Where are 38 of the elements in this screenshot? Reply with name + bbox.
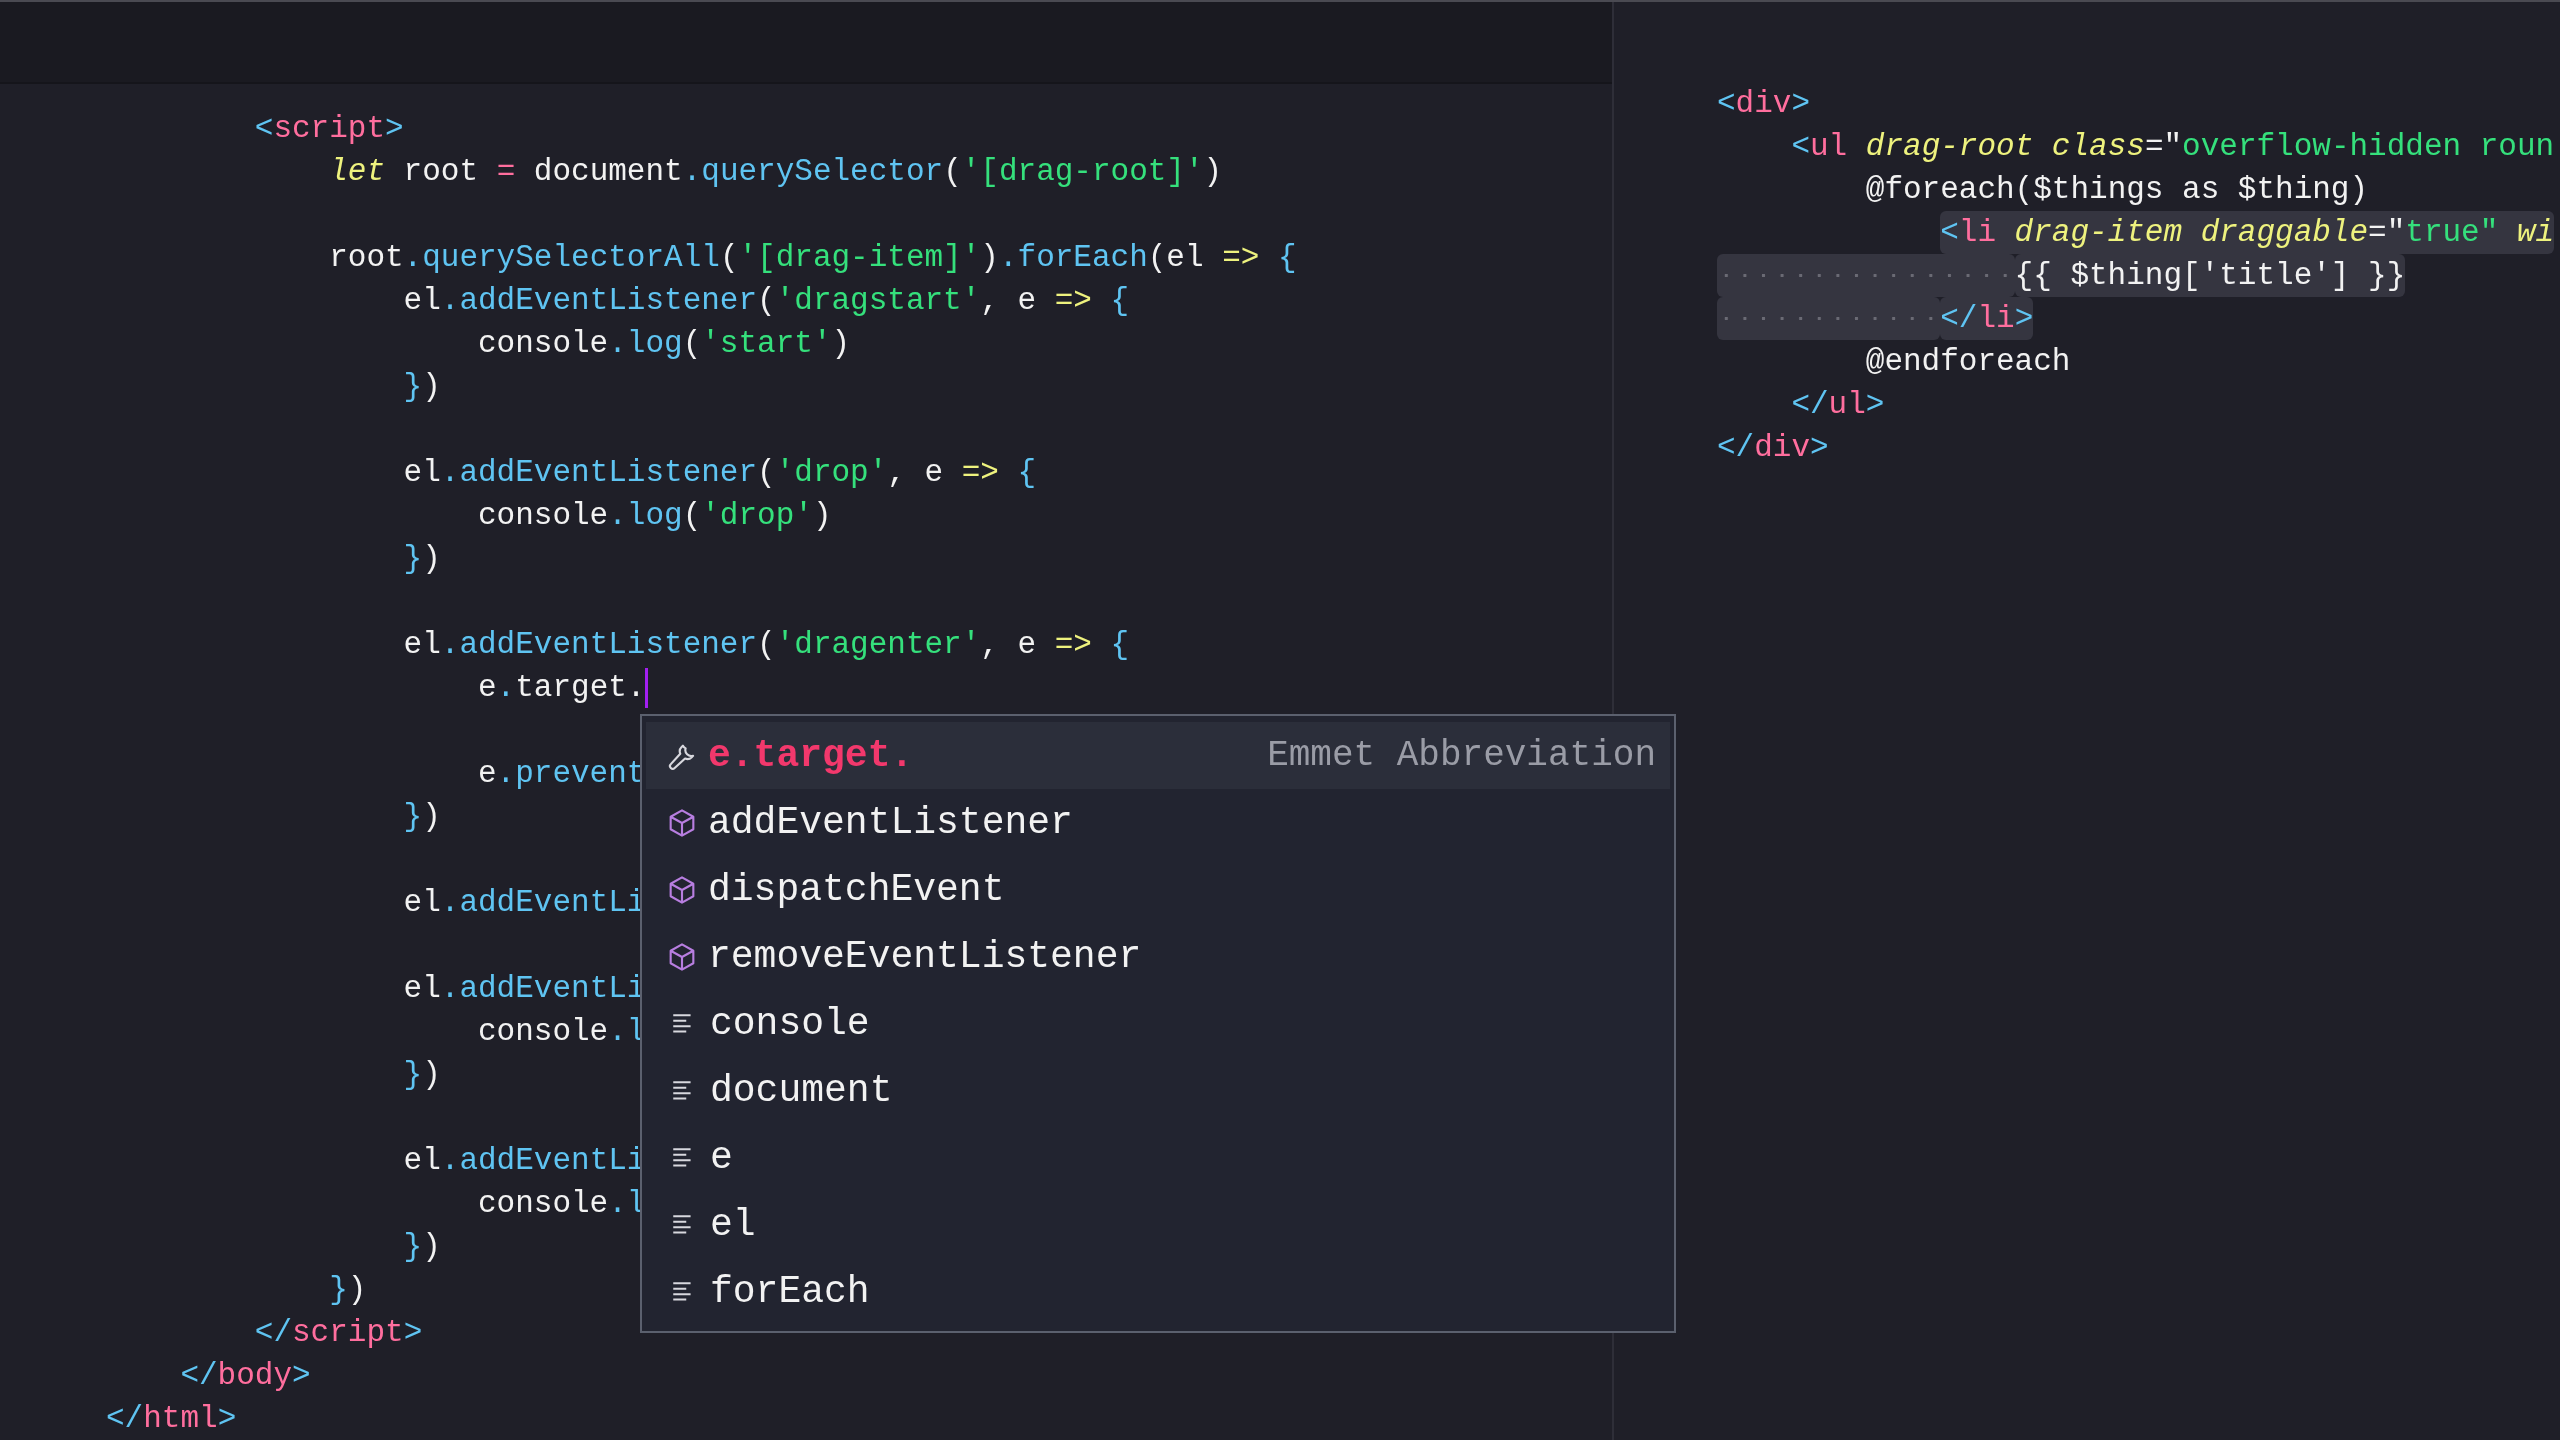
- code-line: }): [403, 798, 441, 836]
- suggestion-detail: Emmet Abbreviation: [1267, 735, 1656, 776]
- suggestion-item[interactable]: el: [646, 1191, 1670, 1258]
- code-line: <script>: [254, 110, 404, 148]
- code-line: e.prevent: [478, 755, 646, 793]
- code-line: </body>: [180, 1357, 311, 1395]
- code-line: </ul>: [1791, 386, 1885, 424]
- code-line: el.addEventListener('dragstart', e => {: [403, 282, 1130, 320]
- code-line: el.addEventLi: [403, 970, 646, 1008]
- code-line: }): [329, 1271, 367, 1309]
- suggestion-item[interactable]: document: [646, 1057, 1670, 1124]
- code-line: }): [403, 368, 441, 406]
- code-line: root.querySelectorAll('[drag-item]').forEach(el => {: [329, 239, 1297, 277]
- suggestion-item[interactable]: dispatchEvent: [646, 856, 1670, 923]
- code-line: </script>: [254, 1314, 423, 1352]
- suggestion-item[interactable]: addEventListener: [646, 789, 1670, 856]
- code-line: el.addEventListener('dragenter', e => {: [403, 626, 1130, 664]
- code-line: el.addEventListener('drop', e => {: [403, 454, 1037, 492]
- code-line: @foreach($things as $thing): [1865, 171, 2369, 209]
- suggestion-item[interactable]: e: [646, 1124, 1670, 1191]
- code-line: el.addEventLi: [403, 1142, 646, 1180]
- suggestion-item[interactable]: console: [646, 990, 1670, 1057]
- code-line: e.target.: [478, 669, 646, 707]
- code-line: let root = document.querySelector('[drag-root]'): [329, 153, 1223, 191]
- suggestion-item[interactable]: e.target. Emmet Abbreviation: [646, 722, 1670, 789]
- code-line: @endforeach: [1865, 343, 2071, 381]
- code-line: }): [403, 540, 441, 578]
- suggestion-item[interactable]: removeEventListener: [646, 923, 1670, 990]
- code-line: }): [403, 1228, 441, 1266]
- code-line: console.log('drop'): [478, 497, 832, 535]
- code-line: <div>: [1717, 85, 1811, 123]
- code-line: </div>: [1717, 429, 1829, 467]
- code-line: el.addEventLi: [403, 884, 646, 922]
- code-line: }): [403, 1056, 441, 1094]
- code-line: <ul drag-root class="overflow-hidden roun: [1791, 128, 2555, 166]
- code-line: </html>: [106, 1400, 237, 1438]
- suggestion-item[interactable]: forEach: [646, 1258, 1670, 1325]
- code-line: console.log('start'): [478, 325, 851, 363]
